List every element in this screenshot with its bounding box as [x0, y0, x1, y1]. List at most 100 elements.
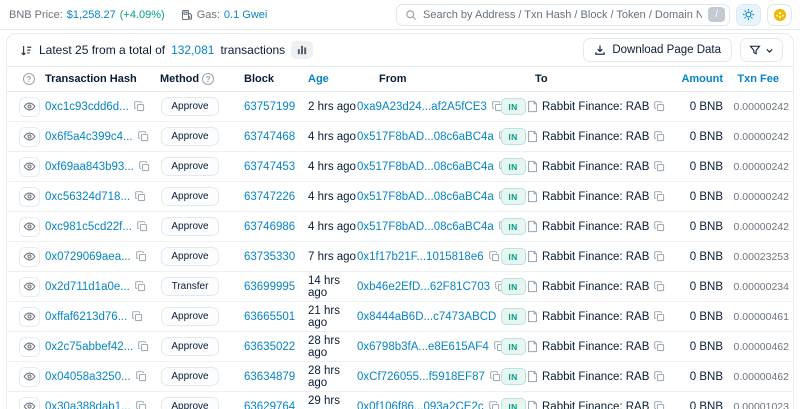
method-badge[interactable]: Approve	[161, 367, 219, 386]
copy-icon[interactable]	[136, 371, 147, 382]
method-badge[interactable]: Approve	[161, 217, 219, 236]
copy-icon[interactable]	[654, 191, 665, 202]
tx-hash-link[interactable]: 0xc56324d718...	[45, 191, 130, 203]
copy-icon[interactable]	[136, 401, 147, 409]
method-badge[interactable]: Approve	[161, 127, 219, 146]
from-address-link[interactable]: 0xa9A23d24...af2A5fCE3	[357, 101, 487, 113]
to-address-link[interactable]: Rabbit Finance: RABBI...	[542, 161, 650, 173]
method-badge[interactable]: Approve	[161, 187, 219, 206]
tx-hash-link[interactable]: 0x30a388dab1...	[45, 401, 131, 409]
from-address-link[interactable]: 0xb46e2EfD...62F81C703	[357, 281, 490, 293]
method-badge[interactable]: Approve	[161, 307, 219, 326]
method-badge[interactable]: Transfer	[161, 277, 219, 296]
from-address-link[interactable]: 0x6798b3fA...e8E615AF4	[357, 341, 489, 353]
tx-hash-link[interactable]: 0x6f5a4c399c4...	[45, 131, 133, 143]
header-amount[interactable]: Amount	[665, 73, 729, 85]
view-details-button[interactable]	[19, 277, 40, 297]
view-details-button[interactable]	[19, 247, 40, 267]
copy-icon[interactable]	[654, 251, 665, 262]
tx-hash-link[interactable]: 0xf69aa843b93...	[45, 161, 134, 173]
copy-icon[interactable]	[654, 221, 665, 232]
copy-icon[interactable]	[135, 281, 146, 292]
header-txn-fee[interactable]: Txn Fee	[729, 73, 793, 85]
copy-icon[interactable]	[654, 311, 665, 322]
block-link[interactable]: 63665501	[244, 311, 295, 323]
tx-hash-link[interactable]: 0x0729069aea...	[45, 251, 131, 263]
to-address-link[interactable]: Rabbit Finance: RABBI...	[542, 311, 650, 323]
block-link[interactable]: 63747468	[244, 131, 295, 143]
tx-hash-link[interactable]: 0x2d711d1a0e...	[45, 281, 130, 293]
copy-icon[interactable]	[136, 251, 147, 262]
tx-hash-link[interactable]: 0xc981c5cd22f...	[45, 221, 132, 233]
help-icon[interactable]: ?	[23, 73, 35, 85]
copy-icon[interactable]	[654, 281, 665, 292]
method-badge[interactable]: Approve	[161, 247, 219, 266]
transaction-count-link[interactable]: 132,081	[171, 43, 214, 57]
to-address-link[interactable]: Rabbit Finance: RABBI...	[542, 371, 650, 383]
method-badge[interactable]: Approve	[161, 97, 219, 116]
search-bar[interactable]: /	[396, 4, 730, 26]
search-input[interactable]	[423, 9, 702, 21]
chart-view-button[interactable]	[291, 41, 313, 59]
copy-icon[interactable]	[654, 371, 665, 382]
block-link[interactable]: 63735330	[244, 251, 295, 263]
copy-icon[interactable]	[654, 101, 665, 112]
copy-icon[interactable]	[654, 161, 665, 172]
tx-hash-link[interactable]: 0xffaf6213d76...	[45, 311, 127, 323]
view-details-button[interactable]	[19, 397, 40, 409]
method-badge[interactable]: Approve	[161, 337, 219, 356]
view-details-button[interactable]	[19, 187, 40, 207]
view-details-button[interactable]	[19, 97, 40, 117]
copy-icon[interactable]	[132, 311, 143, 322]
copy-icon[interactable]	[134, 101, 145, 112]
copy-icon[interactable]	[489, 401, 500, 409]
view-details-button[interactable]	[19, 127, 40, 147]
method-help-icon[interactable]: ?	[202, 73, 214, 85]
copy-icon[interactable]	[135, 191, 146, 202]
from-address-link[interactable]: 0x517F8bAD...08c6aBC4a	[357, 161, 494, 173]
view-details-button[interactable]	[19, 217, 40, 237]
method-badge[interactable]: Approve	[161, 397, 219, 409]
download-page-data-button[interactable]: Download Page Data	[583, 38, 732, 62]
from-address-link[interactable]: 0x0f106f86...093a2CE2c	[357, 401, 484, 409]
theme-toggle-button[interactable]	[736, 4, 761, 26]
to-address-link[interactable]: Rabbit Finance: RABBI...	[542, 191, 650, 203]
method-badge[interactable]: Approve	[161, 157, 219, 176]
from-address-link[interactable]: 0x1f17b21F...1015818e6	[357, 251, 484, 263]
from-address-link[interactable]: 0x517F8bAD...08c6aBC4a	[357, 131, 494, 143]
to-address-link[interactable]: Rabbit Finance: RABBI...	[542, 101, 650, 113]
header-age[interactable]: Age	[297, 73, 357, 85]
from-address-link[interactable]: 0xCf726055...f5918EF87	[357, 371, 485, 383]
to-address-link[interactable]: Rabbit Finance: RABBI...	[542, 281, 650, 293]
block-link[interactable]: 63635022	[244, 341, 295, 353]
copy-icon[interactable]	[138, 341, 149, 352]
copy-icon[interactable]	[654, 341, 665, 352]
from-address-link[interactable]: 0x517F8bAD...08c6aBC4a	[357, 221, 494, 233]
from-address-link[interactable]: 0x517F8bAD...08c6aBC4a	[357, 191, 494, 203]
bnb-price-value-link[interactable]: $1,258.27	[67, 9, 116, 21]
network-selector-button[interactable]	[767, 4, 792, 26]
block-link[interactable]: 63746986	[244, 221, 295, 233]
block-link[interactable]: 63757199	[244, 101, 295, 113]
sort-icon[interactable]	[19, 44, 33, 57]
copy-icon[interactable]	[489, 251, 500, 262]
block-link[interactable]: 63699995	[244, 281, 295, 293]
view-details-button[interactable]	[19, 367, 40, 387]
block-link[interactable]: 63747453	[244, 161, 295, 173]
tx-hash-link[interactable]: 0x04058a3250...	[45, 371, 131, 383]
tx-hash-link[interactable]: 0xc1c93cdd6d...	[45, 101, 129, 113]
tx-hash-link[interactable]: 0x2c75abbef42...	[45, 341, 133, 353]
from-address-link[interactable]: 0x8444aB6D...c7473ABCD	[357, 311, 496, 323]
view-details-button[interactable]	[19, 307, 40, 327]
block-link[interactable]: 63634879	[244, 371, 295, 383]
view-details-button[interactable]	[19, 337, 40, 357]
gas-value-link[interactable]: 0.1 Gwei	[224, 9, 267, 21]
to-address-link[interactable]: Rabbit Finance: RABBI...	[542, 341, 650, 353]
to-address-link[interactable]: Rabbit Finance: RABBI...	[542, 251, 650, 263]
copy-icon[interactable]	[137, 221, 148, 232]
copy-icon[interactable]	[138, 131, 149, 142]
to-address-link[interactable]: Rabbit Finance: RABBI...	[542, 131, 650, 143]
block-link[interactable]: 63629764	[244, 401, 295, 409]
view-details-button[interactable]	[19, 157, 40, 177]
copy-icon[interactable]	[654, 131, 665, 142]
